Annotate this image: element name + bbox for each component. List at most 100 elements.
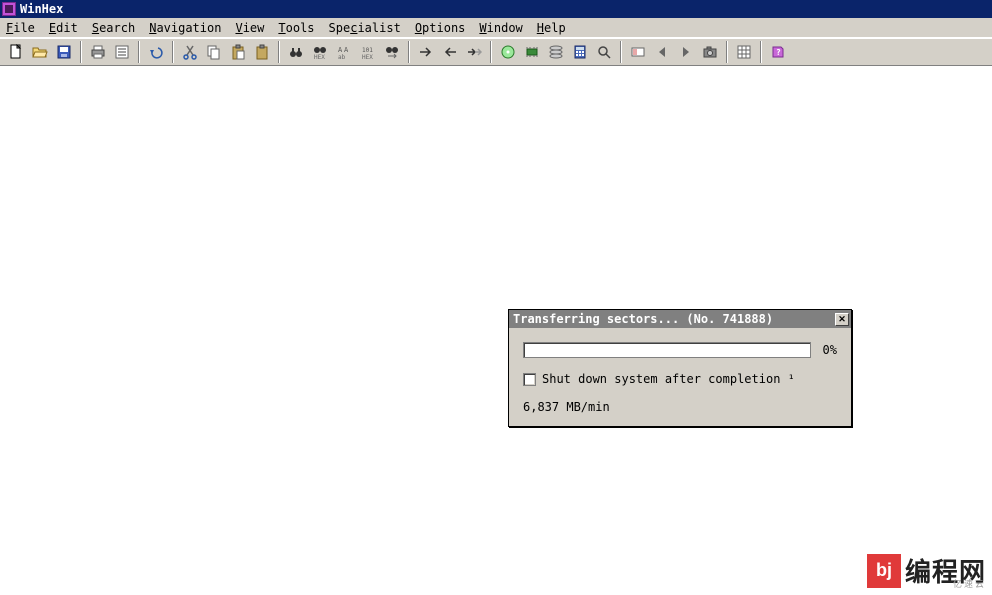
camera-icon <box>702 44 718 60</box>
menu-file[interactable]: File <box>6 21 35 35</box>
arrow-left-icon <box>442 44 458 60</box>
clipboard-icon <box>254 44 270 60</box>
menu-edit[interactable]: Edit <box>49 21 78 35</box>
help-button[interactable]: ? <box>767 41 789 63</box>
triangle-left-icon <box>654 44 670 60</box>
toolbar-separator <box>278 41 280 63</box>
undo-button[interactable] <box>145 41 167 63</box>
replace-hex-icon: 101HEX <box>360 44 376 60</box>
find-button[interactable] <box>285 41 307 63</box>
svg-text:A: A <box>338 46 343 54</box>
open-folder-icon <box>32 44 48 60</box>
titlebar: WinHex <box>0 0 992 18</box>
dialog-titlebar[interactable]: Transferring sectors... (No. 741888) ✕ <box>509 310 851 328</box>
watermark: bj 编程网 亿速云 <box>867 552 986 589</box>
disk-icon <box>500 44 516 60</box>
toolbar-separator <box>80 41 82 63</box>
svg-text:?: ? <box>776 48 781 57</box>
print-button[interactable] <box>87 41 109 63</box>
toolbar-separator <box>172 41 174 63</box>
print-icon <box>90 44 106 60</box>
calculator-button[interactable] <box>569 41 591 63</box>
magnifier-icon <box>596 44 612 60</box>
app-icon <box>2 2 16 16</box>
svg-text:HEX: HEX <box>314 54 325 60</box>
replace-button[interactable] <box>381 41 403 63</box>
replace-icon <box>384 44 400 60</box>
transfer-rate: 6,837 MB/min <box>523 400 837 414</box>
analyze-button[interactable] <box>593 41 615 63</box>
shutdown-checkbox[interactable] <box>523 373 536 386</box>
disk-tools-button[interactable] <box>545 41 567 63</box>
dialog-close-button[interactable]: ✕ <box>835 313 849 326</box>
help-book-icon: ? <box>770 44 786 60</box>
toolbar-separator <box>408 41 410 63</box>
new-file-button[interactable] <box>5 41 27 63</box>
close-icon: ✕ <box>838 314 846 325</box>
svg-text:101: 101 <box>362 47 373 54</box>
toolbar-separator <box>620 41 622 63</box>
svg-text:ab: ab <box>338 54 346 60</box>
menu-options[interactable]: Options <box>415 21 466 35</box>
toolbar-separator <box>138 41 140 63</box>
menu-tools[interactable]: Tools <box>278 21 314 35</box>
find-text-button[interactable]: AAab <box>333 41 355 63</box>
position-icon <box>630 44 646 60</box>
progress-percent: 0% <box>823 343 837 357</box>
general-options-button[interactable] <box>733 41 755 63</box>
clipboard-button[interactable] <box>251 41 273 63</box>
save-button[interactable] <box>53 41 75 63</box>
paste-icon <box>230 44 246 60</box>
disk-stack-icon <box>548 44 564 60</box>
snapshot-button[interactable] <box>699 41 721 63</box>
options-grid-icon <box>736 44 752 60</box>
triangle-right-icon <box>678 44 694 60</box>
svg-text:A: A <box>344 46 349 54</box>
progress-bar <box>523 342 811 358</box>
svg-text:HEX: HEX <box>362 54 373 60</box>
position-prev-button[interactable] <box>651 41 673 63</box>
goto-button[interactable] <box>415 41 437 63</box>
cut-button[interactable] <box>179 41 201 63</box>
cut-icon <box>182 44 198 60</box>
open-button[interactable] <box>29 41 51 63</box>
save-icon <box>56 44 72 60</box>
arrow-right-icon <box>418 44 434 60</box>
properties-button[interactable] <box>111 41 133 63</box>
open-ram-button[interactable] <box>521 41 543 63</box>
toolbar-separator <box>726 41 728 63</box>
find-text-icon: AAab <box>336 44 352 60</box>
forward-button[interactable] <box>463 41 485 63</box>
menu-specialist[interactable]: Specialist <box>329 21 401 35</box>
menu-search[interactable]: Search <box>92 21 135 35</box>
copy-icon <box>206 44 222 60</box>
watermark-logo: bj <box>867 554 901 588</box>
undo-icon <box>148 44 164 60</box>
transfer-dialog: Transferring sectors... (No. 741888) ✕ 0… <box>508 309 852 427</box>
paste-button[interactable] <box>227 41 249 63</box>
menu-navigation[interactable]: Navigation <box>149 21 221 35</box>
dialog-title: Transferring sectors... (No. 741888) <box>513 312 773 326</box>
replace-hex-button[interactable]: 101HEX <box>357 41 379 63</box>
binoculars-icon <box>288 44 304 60</box>
toolbar-separator <box>760 41 762 63</box>
menubar: File Edit Search Navigation View Tools S… <box>0 18 992 38</box>
dialog-body: 0% Shut down system after completion ¹ 6… <box>509 328 851 426</box>
open-disk-button[interactable] <box>497 41 519 63</box>
app-title: WinHex <box>20 2 63 16</box>
copy-button[interactable] <box>203 41 225 63</box>
toolbar-separator <box>490 41 492 63</box>
ram-chip-icon <box>524 44 540 60</box>
properties-icon <box>114 44 130 60</box>
menu-window[interactable]: Window <box>479 21 522 35</box>
position-next-button[interactable] <box>675 41 697 63</box>
position-manager-button[interactable] <box>627 41 649 63</box>
calculator-icon <box>572 44 588 60</box>
menu-view[interactable]: View <box>235 21 264 35</box>
menu-help[interactable]: Help <box>537 21 566 35</box>
find-hex-button[interactable]: HEX <box>309 41 331 63</box>
find-hex-icon: HEX <box>312 44 328 60</box>
back-button[interactable] <box>439 41 461 63</box>
new-file-icon <box>8 44 24 60</box>
watermark-sub: 亿速云 <box>953 577 986 590</box>
